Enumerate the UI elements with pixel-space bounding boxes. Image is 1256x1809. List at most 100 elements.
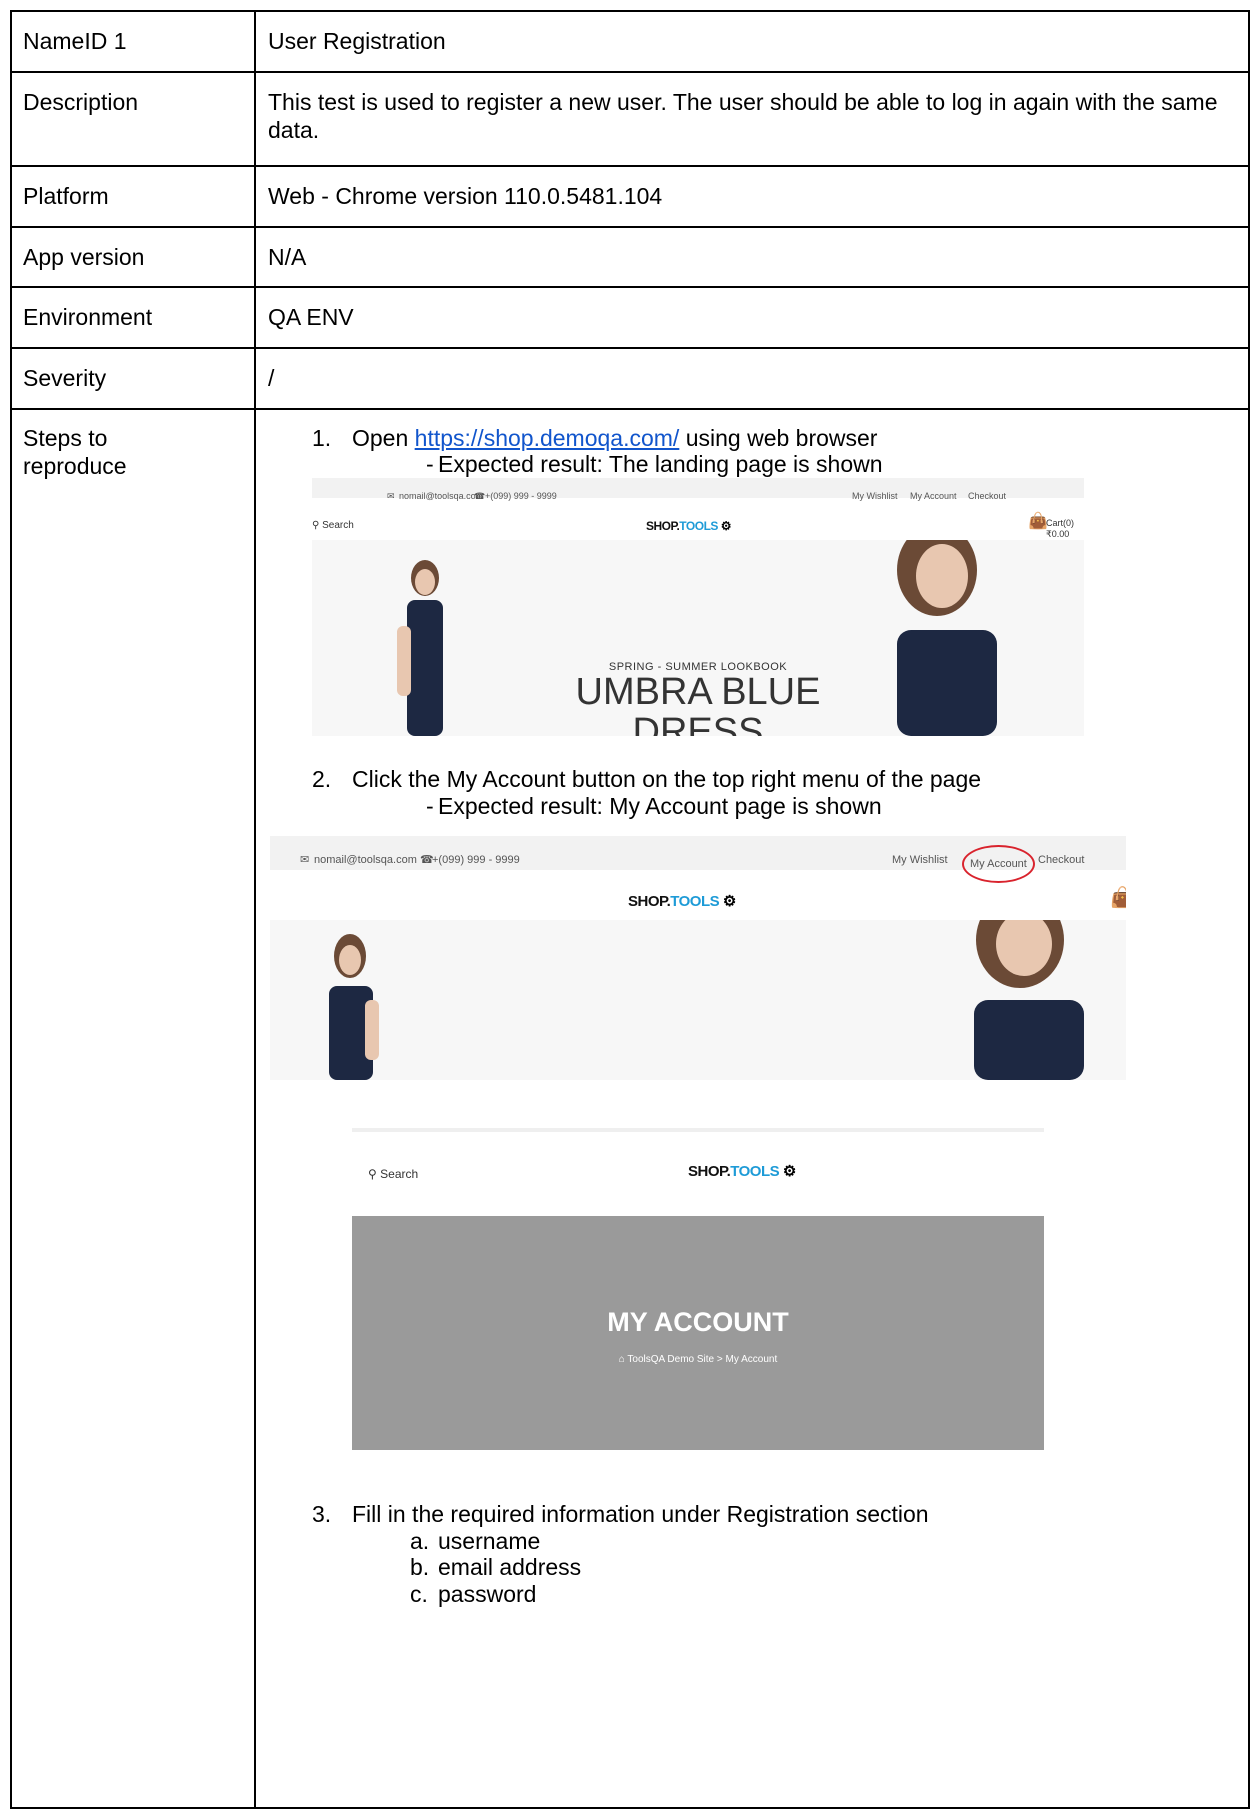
severity-label: Severity [23,365,107,391]
app-version-value: N/A [268,244,307,270]
label-cell: Severity [10,347,256,410]
search-label: Search [380,1167,419,1181]
my-wishlist-link[interactable]: My Wishlist [892,846,948,874]
search-icon: ⚲ [312,520,320,531]
site-topbar: ✉ nomail@toolsqa.com ☎ +(099) 999 - 9999… [312,478,1084,501]
site-phone: +(099) 999 - 9999 [432,854,520,866]
site-email: nomail@toolsqa.com [399,491,484,501]
site-email: nomail@toolsqa.com [314,854,417,866]
step-2-number: 2. [312,766,332,792]
step-1-number: 1. [312,425,332,451]
steps-label: Steps to reproduce [12,410,254,480]
hero-banner: SPRING - SUMMER LOOKBOOK UMBRA BLUE DRES… [312,540,1084,736]
email-icon: ✉ [300,854,310,866]
hero-banner [270,920,1126,1080]
label-cell: Environment [10,286,256,349]
logo-shop: SHOP. [628,893,671,910]
step-3-text: Fill in the required information under R… [352,1501,929,1527]
label-cell: App version [10,226,256,288]
site-logo[interactable]: SHOP.TOOLS ⚙ [688,1158,796,1186]
logo-tools: TOOLS [679,519,718,533]
test-name-value: User Registration [268,28,446,54]
my-account-link-highlighted[interactable]: My Account [962,845,1035,883]
step-1-suffix: using web browser [685,425,878,451]
shop-demoqa-link[interactable]: https://shop.demoqa.com/ [415,425,680,451]
step-1-text: Open https://shop.demoqa.com/ using web … [352,424,877,452]
label-cell: Description [10,71,256,167]
platform-label: Platform [23,183,109,209]
name-id-label: NameID 1 [23,28,127,54]
phone-icon: ☎ [474,491,486,501]
breadcrumb: ⌂ ToolsQA Demo Site > My Account [352,1346,1044,1374]
home-icon: ⌂ [618,1354,625,1365]
my-account-label: My Account [970,858,1027,870]
step-1-dash: - [426,451,434,477]
steps-content: 1. Open https://shop.demoqa.com/ using w… [256,410,1248,1807]
email-icon: ✉ [387,491,395,501]
platform-value: Web - Chrome version 110.0.5481.104 [268,183,663,209]
test-case-table: NameID 1 User Registration Description T… [10,10,1250,1809]
value-cell: QA ENV [254,286,1250,349]
severity-value: / [268,365,275,391]
hero-title: UMBRA BLUE [575,671,821,713]
cart-icon[interactable]: 👜 [1028,508,1048,536]
step-3-number: 3. [312,1501,332,1527]
my-account-click-screenshot: ✉ nomail@toolsqa.com ☎ +(099) 999 - 9999… [270,836,1126,1080]
label-cell: NameID 1 [10,10,256,73]
my-account-banner: MY ACCOUNT ⌂ ToolsQA Demo Site > My Acco… [352,1216,1044,1450]
breadcrumb-separator: > [716,1354,723,1365]
app-version-label: App version [23,244,145,270]
model-right-image [974,920,1084,1080]
steps-cell: 1. Open https://shop.demoqa.com/ using w… [254,408,1250,1809]
step-1-prefix: Open [352,425,409,451]
step-2-text: Click the My Account button on the top r… [352,766,982,792]
site-topbar: ✉ nomail@toolsqa.com ☎ +(099) 999 - 9999… [270,836,1126,883]
breadcrumb-home[interactable]: ToolsQA Demo Site [627,1354,714,1365]
steps-label-line2: reproduce [23,453,127,479]
step-3-item-a: username [438,1528,541,1554]
checkout-link[interactable]: Checkout [968,482,1006,510]
gear-icon: ⚙ [722,893,736,910]
steps-label-line1: Steps to [23,425,108,451]
cart-icon[interactable]: 👜 [1110,884,1126,912]
value-cell: User Registration [254,10,1250,73]
checkout-link[interactable]: Checkout [1038,846,1084,874]
header-divider [352,1128,1044,1132]
step-3-item-a-marker: a. [410,1528,430,1554]
site-logo[interactable]: SHOP.TOOLS ⚙ [628,888,736,916]
logo-shop: SHOP. [688,1163,731,1180]
value-cell: Web - Chrome version 110.0.5481.104 [254,165,1250,228]
search-icon: ⚲ [368,1167,377,1181]
label-cell: Platform [10,165,256,228]
step-1-expected: Expected result: The landing page is sho… [438,451,883,477]
description-value: This test is used to register a new user… [268,89,1218,143]
label-cell: Steps to reproduce [10,408,256,1809]
hero-title-line2: DRESS [632,711,764,736]
site-phone: +(099) 999 - 9999 [485,491,557,501]
search-control[interactable]: ⚲ Search [312,512,354,540]
breadcrumb-current: My Account [725,1354,778,1365]
value-cell: N/A [254,226,1250,288]
value-cell: This test is used to register a new user… [254,71,1250,167]
search-control[interactable]: ⚲ Search [368,1160,418,1188]
my-account-link[interactable]: My Account [910,482,957,510]
logo-tools: TOOLS [730,1163,780,1180]
step-3-item-b-marker: b. [410,1554,430,1580]
my-account-page-screenshot: ⚲ Search SHOP.TOOLS ⚙ MY ACCOUNT ⌂ Tools… [352,1128,1044,1450]
model-left-image [329,934,379,1080]
gear-icon: ⚙ [720,519,732,533]
environment-value: QA ENV [268,304,354,330]
environment-label: Environment [23,304,153,330]
site-logo[interactable]: SHOP.TOOLS ⚙ [646,512,732,540]
step-2-dash: - [426,793,434,819]
step-3-item-c: password [438,1581,537,1607]
search-label: Search [322,520,354,531]
my-wishlist-link[interactable]: My Wishlist [852,482,898,510]
landing-page-screenshot: ✉ nomail@toolsqa.com ☎ +(099) 999 - 9999… [312,478,1084,736]
step-2-expected: Expected result: My Account page is show… [438,793,882,819]
description-label: Description [23,89,139,115]
my-account-title: MY ACCOUNT [607,1307,789,1337]
gear-icon: ⚙ [782,1163,796,1180]
step-3-item-c-marker: c. [410,1581,428,1607]
logo-tools: TOOLS [670,893,720,910]
